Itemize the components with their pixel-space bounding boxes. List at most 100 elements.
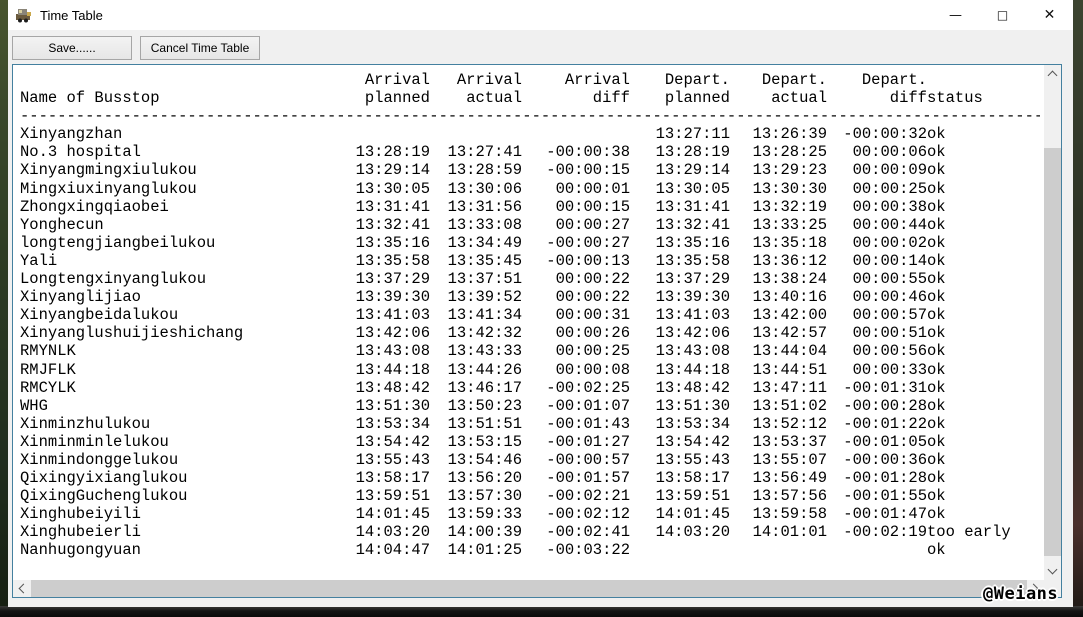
save-button[interactable]: Save...... (12, 36, 132, 60)
table-row[interactable]: Xinghubeierli 14:03:20 14:00:39 -00:02:4… (20, 523, 1040, 541)
table-row[interactable]: Xinminzhulukou 13:53:34 13:51:51 -00:01:… (20, 415, 1040, 433)
chevron-left-icon (18, 583, 29, 594)
table-row[interactable]: Xinminminlelukou 13:54:42 13:53:15 -00:0… (20, 433, 1040, 451)
status-cell: ok (927, 541, 946, 560)
table-row[interactable]: longtengjiangbeilukou 13:35:16 13:34:49 … (20, 234, 1040, 252)
table-row[interactable]: QixingGuchenglukou 13:59:51 13:57:30 -00… (20, 487, 1040, 505)
arrival-actual-cell: 13:51:51 (447, 414, 522, 433)
depart-planned-cell: 13:31:41 (655, 197, 730, 216)
maximize-button[interactable]: □ (979, 0, 1026, 30)
timetable-list[interactable]: Arrival Arrival Arrival Depart. Depart. … (12, 64, 1062, 598)
table-row[interactable]: RMYNLK 13:43:08 13:43:33 00:00:25 13:43:… (20, 342, 1040, 360)
arrival-diff-cell: 00:00:26 (555, 324, 630, 343)
depart-actual-cell: 13:44:04 (752, 342, 827, 361)
depart-planned-cell: 13:32:41 (655, 215, 730, 234)
timetable-window: Time Table — □ ✕ Save...... Cancel Time … (8, 0, 1073, 607)
busstop-name-cell: Xinyangmingxiulukou (20, 161, 197, 180)
minimize-button[interactable]: — (932, 0, 979, 30)
horizontal-scrollbar-thumb[interactable] (31, 580, 1031, 597)
depart-actual-cell: 13:26:39 (752, 125, 827, 144)
header-arrival-2: Arrival (456, 71, 522, 89)
depart-diff-cell: -00:01:31 (843, 378, 927, 397)
table-row[interactable]: Xinyanglushuijieshichang 13:42:06 13:42:… (20, 324, 1040, 342)
busstop-name-cell: Xinyanglushuijieshichang (20, 324, 244, 343)
vertical-scrollbar[interactable] (1044, 65, 1061, 580)
table-row[interactable]: Qixingyixianglukou 13:58:17 13:56:20 -00… (20, 469, 1040, 487)
table-row[interactable]: RMCYLK 13:48:42 13:46:17 -00:02:25 13:48… (20, 379, 1040, 397)
arrival-diff-cell: -00:00:13 (546, 251, 630, 270)
cancel-timetable-button[interactable]: Cancel Time Table (140, 36, 260, 60)
table-row[interactable]: Mingxiuxinyanglukou 13:30:05 13:30:06 00… (20, 180, 1040, 198)
busstop-name-cell: Xinyanglijiao (20, 288, 141, 307)
depart-planned-cell: 13:28:19 (655, 143, 730, 162)
depart-actual-cell: 13:38:24 (752, 270, 827, 289)
busstop-name-cell: RMJFLK (20, 360, 76, 379)
depart-diff-cell (827, 541, 927, 559)
depart-diff-cell: 00:00:06 (852, 143, 927, 162)
table-row[interactable]: WHG 13:51:30 13:50:23 -00:01:07 13:51:30… (20, 397, 1040, 415)
status-cell: ok (927, 342, 946, 361)
header-actual-arr: actual (466, 89, 522, 108)
busstop-name-cell: Qixingyixianglukou (20, 469, 188, 488)
header-actual-dep: actual (771, 89, 827, 108)
arrival-planned-cell: 13:55:43 (355, 450, 430, 469)
depart-actual-cell: 13:42:57 (752, 324, 827, 343)
scroll-up-button[interactable] (1044, 65, 1061, 82)
arrival-diff-cell: -00:01:57 (546, 469, 630, 488)
table-row[interactable]: Yali 13:35:58 13:35:45 -00:00:13 13:35:5… (20, 252, 1040, 270)
depart-diff-cell: -00:00:28 (843, 396, 927, 415)
arrival-actual-cell: 13:43:33 (447, 342, 522, 361)
depart-diff-cell: 00:00:55 (852, 270, 927, 289)
busstop-name-cell: Xinyangbeidalukou (20, 306, 179, 325)
busstop-name-cell: longtengjiangbeilukou (20, 233, 216, 252)
arrival-diff-cell: 00:00:31 (555, 306, 630, 325)
table-row[interactable]: No.3 hospital 13:28:19 13:27:41 -00:00:3… (20, 143, 1040, 161)
timetable-list-content: Arrival Arrival Arrival Depart. Depart. … (13, 65, 1044, 580)
depart-actual-cell: 13:56:49 (752, 469, 827, 488)
arrival-diff-cell: -00:01:07 (546, 396, 630, 415)
table-row[interactable]: RMJFLK 13:44:18 13:44:26 00:00:08 13:44:… (20, 361, 1040, 379)
depart-planned-cell: 13:44:18 (655, 360, 730, 379)
arrival-diff-cell: -00:03:22 (546, 541, 630, 560)
scroll-down-button[interactable] (1044, 563, 1061, 580)
depart-diff-cell: -00:01:47 (843, 505, 927, 524)
desktop-background-right (1073, 0, 1083, 617)
depart-actual-cell: 13:29:23 (752, 161, 827, 180)
table-row[interactable]: Xinyangzhan 13:27:11 13:26:39 -00:00:32 … (20, 125, 1040, 143)
arrival-actual-cell: 13:27:41 (447, 143, 522, 162)
table-row[interactable]: Xinmindonggelukou 13:55:43 13:54:46 -00:… (20, 451, 1040, 469)
arrival-actual-cell: 13:57:30 (447, 487, 522, 506)
busstop-name-cell: Yali (20, 251, 58, 270)
arrival-actual-cell: 13:46:17 (447, 378, 522, 397)
vertical-scrollbar-thumb[interactable] (1044, 148, 1061, 556)
table-row[interactable]: Longtengxinyanglukou 13:37:29 13:37:51 0… (20, 270, 1040, 288)
depart-actual-cell: 13:28:25 (752, 143, 827, 162)
depart-planned-cell: 13:59:51 (655, 487, 730, 506)
table-row[interactable]: Xinyangmingxiulukou 13:29:14 13:28:59 -0… (20, 161, 1040, 179)
depart-planned-cell: 13:53:34 (655, 414, 730, 433)
depart-planned-cell (630, 541, 730, 559)
depart-diff-cell: 00:00:33 (852, 360, 927, 379)
busstop-name-cell: Xinminzhulukou (20, 414, 151, 433)
status-cell: ok (927, 306, 946, 325)
busstop-name-cell: RMCYLK (20, 378, 76, 397)
horizontal-scrollbar[interactable] (13, 580, 1044, 597)
table-row[interactable]: Yonghecun 13:32:41 13:33:08 00:00:27 13:… (20, 216, 1040, 234)
table-row[interactable]: Nanhugongyuan 14:04:47 14:01:25 -00:03:2… (20, 541, 1040, 559)
depart-diff-cell: -00:00:36 (843, 450, 927, 469)
arrival-actual-cell: 13:37:51 (447, 270, 522, 289)
depart-diff-cell: -00:00:32 (843, 125, 927, 144)
table-row[interactable]: Xinyanglijiao 13:39:30 13:39:52 00:00:22… (20, 288, 1040, 306)
arrival-diff-cell: -00:01:43 (546, 414, 630, 433)
arrival-planned-cell: 13:41:03 (355, 306, 430, 325)
table-row[interactable]: Xinyangbeidalukou 13:41:03 13:41:34 00:0… (20, 306, 1040, 324)
arrival-diff-cell: 00:00:22 (555, 288, 630, 307)
chevron-down-icon (1047, 564, 1058, 575)
scroll-left-button[interactable] (13, 580, 30, 597)
close-button[interactable]: ✕ (1026, 0, 1073, 30)
status-cell: ok (927, 378, 946, 397)
table-row[interactable]: Zhongxingqiaobei 13:31:41 13:31:56 00:00… (20, 198, 1040, 216)
timetable-rows: Xinyangzhan 13:27:11 13:26:39 -00:00:32 … (20, 125, 1040, 559)
titlebar[interactable]: Time Table — □ ✕ (8, 0, 1073, 30)
table-row[interactable]: Xinghubeiyili 14:01:45 13:59:33 -00:02:1… (20, 505, 1040, 523)
